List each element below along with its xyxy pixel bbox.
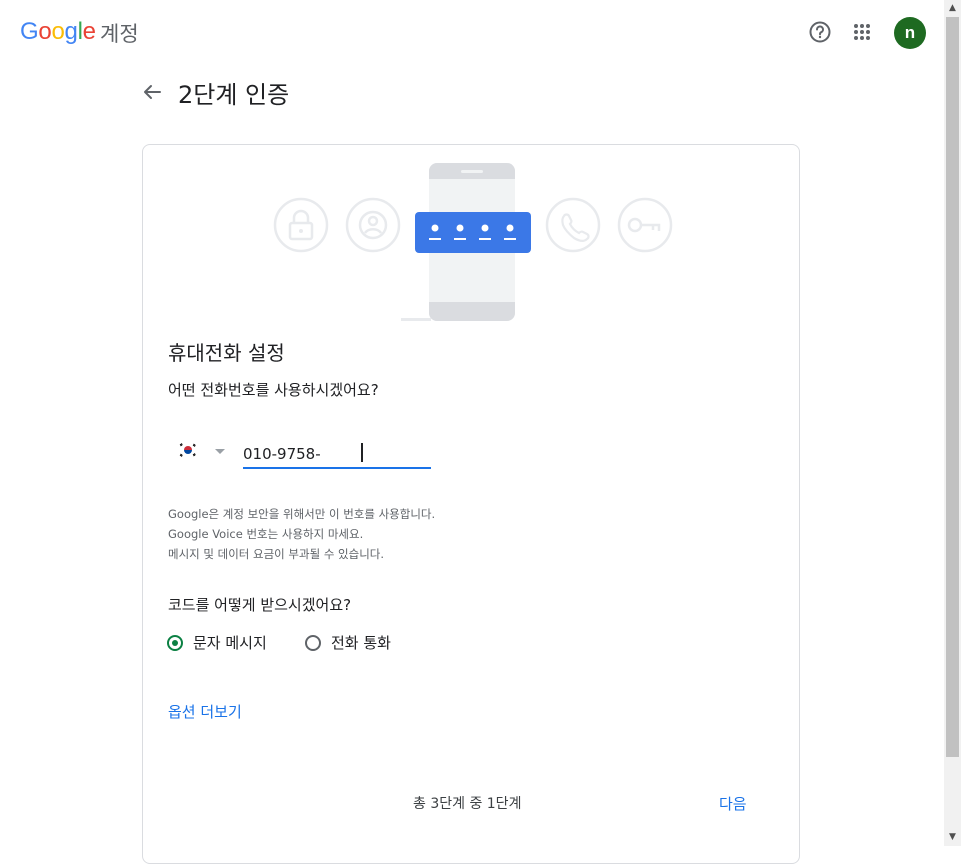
- scroll-down-icon[interactable]: ▼: [944, 829, 961, 846]
- scroll-up-icon[interactable]: ▲: [944, 0, 961, 17]
- lock-icon: [273, 197, 329, 253]
- phone-call-icon: [545, 197, 601, 253]
- text-cursor: [361, 443, 363, 462]
- apps-grid-icon[interactable]: [848, 18, 876, 46]
- code-delivery-question: 코드를 어떻게 받으시겠어요?: [168, 596, 352, 614]
- page-title: 2단계 인증: [178, 81, 290, 109]
- more-options-link[interactable]: 옵션 더보기: [168, 701, 242, 722]
- notice-line: Google은 계정 보안을 위해서만 이 번호를 사용합니다.: [168, 507, 436, 521]
- radio-unchecked-icon[interactable]: [305, 634, 321, 651]
- step-indicator: 총 3단계 중 1단계: [413, 796, 522, 812]
- chevron-down-icon[interactable]: [215, 449, 225, 454]
- radio-text-message[interactable]: 문자 메시지: [167, 632, 267, 653]
- notice-line: 메시지 및 데이터 요금이 부과될 수 있습니다.: [168, 547, 385, 561]
- scroll-thumb[interactable]: [946, 17, 959, 757]
- phone-number-input[interactable]: [243, 439, 431, 469]
- section-title: 휴대전화 설정: [168, 341, 285, 365]
- radio-phone-call[interactable]: 전화 통화: [305, 632, 391, 653]
- korea-flag-icon[interactable]: [179, 441, 197, 459]
- two-step-illustration: [273, 163, 673, 321]
- product-name: 계정: [100, 22, 139, 46]
- phone-code-icon: [401, 163, 531, 321]
- account-icon: [345, 197, 401, 253]
- phone-setup-card: 휴대전화 설정 어떤 전화번호를 사용하시겠어요? Google은 계정 보안을…: [142, 144, 800, 864]
- scrollbar[interactable]: ▲ ▼: [944, 0, 961, 846]
- avatar[interactable]: n: [894, 17, 926, 49]
- google-logo[interactable]: Google: [20, 18, 96, 46]
- radio-label: 전화 통화: [331, 634, 391, 652]
- phone-notice: Google은 계정 보안을 위해서만 이 번호를 사용합니다. Google …: [168, 504, 435, 564]
- next-button[interactable]: 다음: [719, 793, 747, 814]
- radio-checked-icon[interactable]: [167, 634, 183, 651]
- help-icon[interactable]: [806, 18, 834, 46]
- radio-label: 문자 메시지: [193, 634, 267, 652]
- notice-line: Google Voice 번호는 사용하지 마세요.: [168, 527, 364, 541]
- key-icon: [617, 197, 673, 253]
- arrow-back-icon[interactable]: [140, 80, 164, 104]
- phone-question: 어떤 전화번호를 사용하시겠어요?: [168, 381, 379, 399]
